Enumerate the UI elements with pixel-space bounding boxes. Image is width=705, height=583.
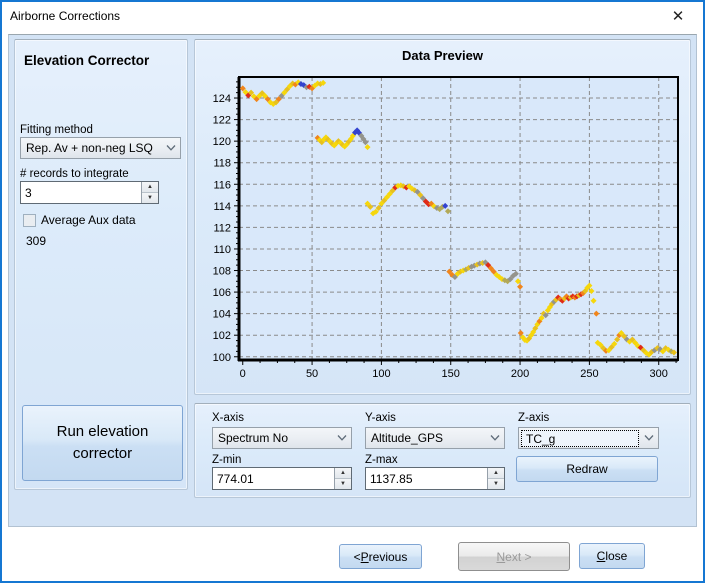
z-min-spinner-buttons: ▲ ▼ (334, 468, 351, 489)
window-title: Airborne Corrections (10, 9, 120, 23)
records-to-integrate-label: # records to integrate (20, 168, 129, 180)
svg-text:100: 100 (213, 352, 231, 364)
chevron-down-icon (162, 145, 180, 151)
next-button: Next > (458, 542, 570, 571)
svg-text:102: 102 (213, 330, 231, 342)
elevation-corrector-heading: Elevation Corrector (24, 53, 149, 68)
svg-text:110: 110 (213, 244, 231, 256)
chevron-down-icon (640, 435, 658, 441)
previous-label-post: revious (369, 550, 408, 564)
spin-up-icon[interactable]: ▲ (142, 182, 158, 193)
next-label-key: N (496, 550, 505, 564)
chevron-down-icon (333, 435, 351, 441)
data-preview-group: Data Preview 100102104106108110112114116… (194, 39, 691, 395)
svg-text:116: 116 (213, 179, 231, 191)
average-aux-label: Average Aux data (41, 213, 136, 227)
svg-text:112: 112 (213, 222, 231, 234)
z-axis-select[interactable]: TC_g (518, 427, 659, 449)
svg-text:120: 120 (213, 136, 231, 148)
previous-label-key: P (361, 550, 369, 564)
fitting-method-select[interactable]: Rep. Av + non-neg LSQ (20, 137, 181, 159)
spin-down-icon[interactable]: ▼ (335, 479, 351, 489)
close-label-key: C (597, 549, 606, 563)
y-axis-label: Y-axis (365, 412, 396, 424)
svg-text:150: 150 (442, 368, 460, 380)
svg-text:50: 50 (306, 368, 318, 380)
x-axis-value: Spectrum No (213, 431, 333, 445)
y-axis-value: Altitude_GPS (366, 431, 486, 445)
data-preview-chart: 100 102 104 106 108 110 112 114 116 118 120 122 124 0… (195, 40, 690, 394)
previous-button[interactable]: < Previous (339, 544, 422, 569)
x-axis-select[interactable]: Spectrum No (212, 427, 352, 449)
x-axis-label: X-axis (212, 412, 244, 424)
svg-text:250: 250 (580, 368, 598, 380)
svg-text:200: 200 (511, 368, 529, 380)
spin-down-icon[interactable]: ▼ (142, 193, 158, 203)
run-elevation-corrector-button[interactable]: Run elevation corrector (22, 405, 183, 481)
fitting-method-label: Fitting method (20, 124, 93, 136)
z-max-input[interactable] (366, 468, 487, 489)
axis-controls-group: X-axis Spectrum No Y-axis Altitude_GPS Z… (194, 403, 691, 498)
svg-text:106: 106 (213, 287, 231, 299)
z-axis-value: TC_g (521, 430, 639, 447)
y-axis-select[interactable]: Altitude_GPS (365, 427, 505, 449)
fitting-method-value: Rep. Av + non-neg LSQ (21, 141, 162, 155)
elevation-corrector-group: Elevation Corrector Fitting method Rep. … (14, 39, 188, 490)
redraw-button[interactable]: Redraw (516, 456, 658, 482)
svg-text:104: 104 (213, 309, 231, 321)
z-min-input[interactable] (213, 468, 334, 489)
records-spinner-buttons: ▲ ▼ (141, 182, 158, 203)
close-button[interactable]: Close (579, 543, 645, 569)
svg-text:118: 118 (213, 158, 231, 170)
z-max-spinner: ▲ ▼ (365, 467, 505, 490)
title-bar: Airborne Corrections ✕ (2, 2, 703, 31)
svg-text:114: 114 (213, 201, 231, 213)
svg-text:108: 108 (213, 266, 231, 278)
svg-text:124: 124 (213, 93, 231, 105)
z-min-label: Z-min (212, 454, 241, 466)
airborne-corrections-dialog: Airborne Corrections ✕ Elevation Correct… (0, 0, 705, 583)
content-panel: Elevation Corrector Fitting method Rep. … (8, 34, 697, 527)
z-axis-label: Z-axis (518, 412, 549, 424)
z-max-label: Z-max (365, 454, 398, 466)
svg-text:300: 300 (650, 368, 668, 380)
spin-down-icon[interactable]: ▼ (488, 479, 504, 489)
spin-up-icon[interactable]: ▲ (488, 468, 504, 479)
spin-up-icon[interactable]: ▲ (335, 468, 351, 479)
average-aux-checkbox[interactable] (23, 214, 36, 227)
z-max-spinner-buttons: ▲ ▼ (487, 468, 504, 489)
next-label-post: ext > (505, 550, 531, 564)
close-label-post: lose (605, 549, 627, 563)
chevron-down-icon (486, 435, 504, 441)
z-min-spinner: ▲ ▼ (212, 467, 352, 490)
svg-text:100: 100 (372, 368, 390, 380)
previous-label-pre: < (354, 550, 361, 564)
records-to-integrate-spinner: ▲ ▼ (20, 181, 159, 204)
record-count: 309 (26, 234, 46, 248)
svg-text:122: 122 (213, 115, 231, 127)
close-icon[interactable]: ✕ (667, 6, 689, 28)
svg-text:0: 0 (240, 368, 246, 380)
records-to-integrate-input[interactable] (21, 182, 141, 203)
